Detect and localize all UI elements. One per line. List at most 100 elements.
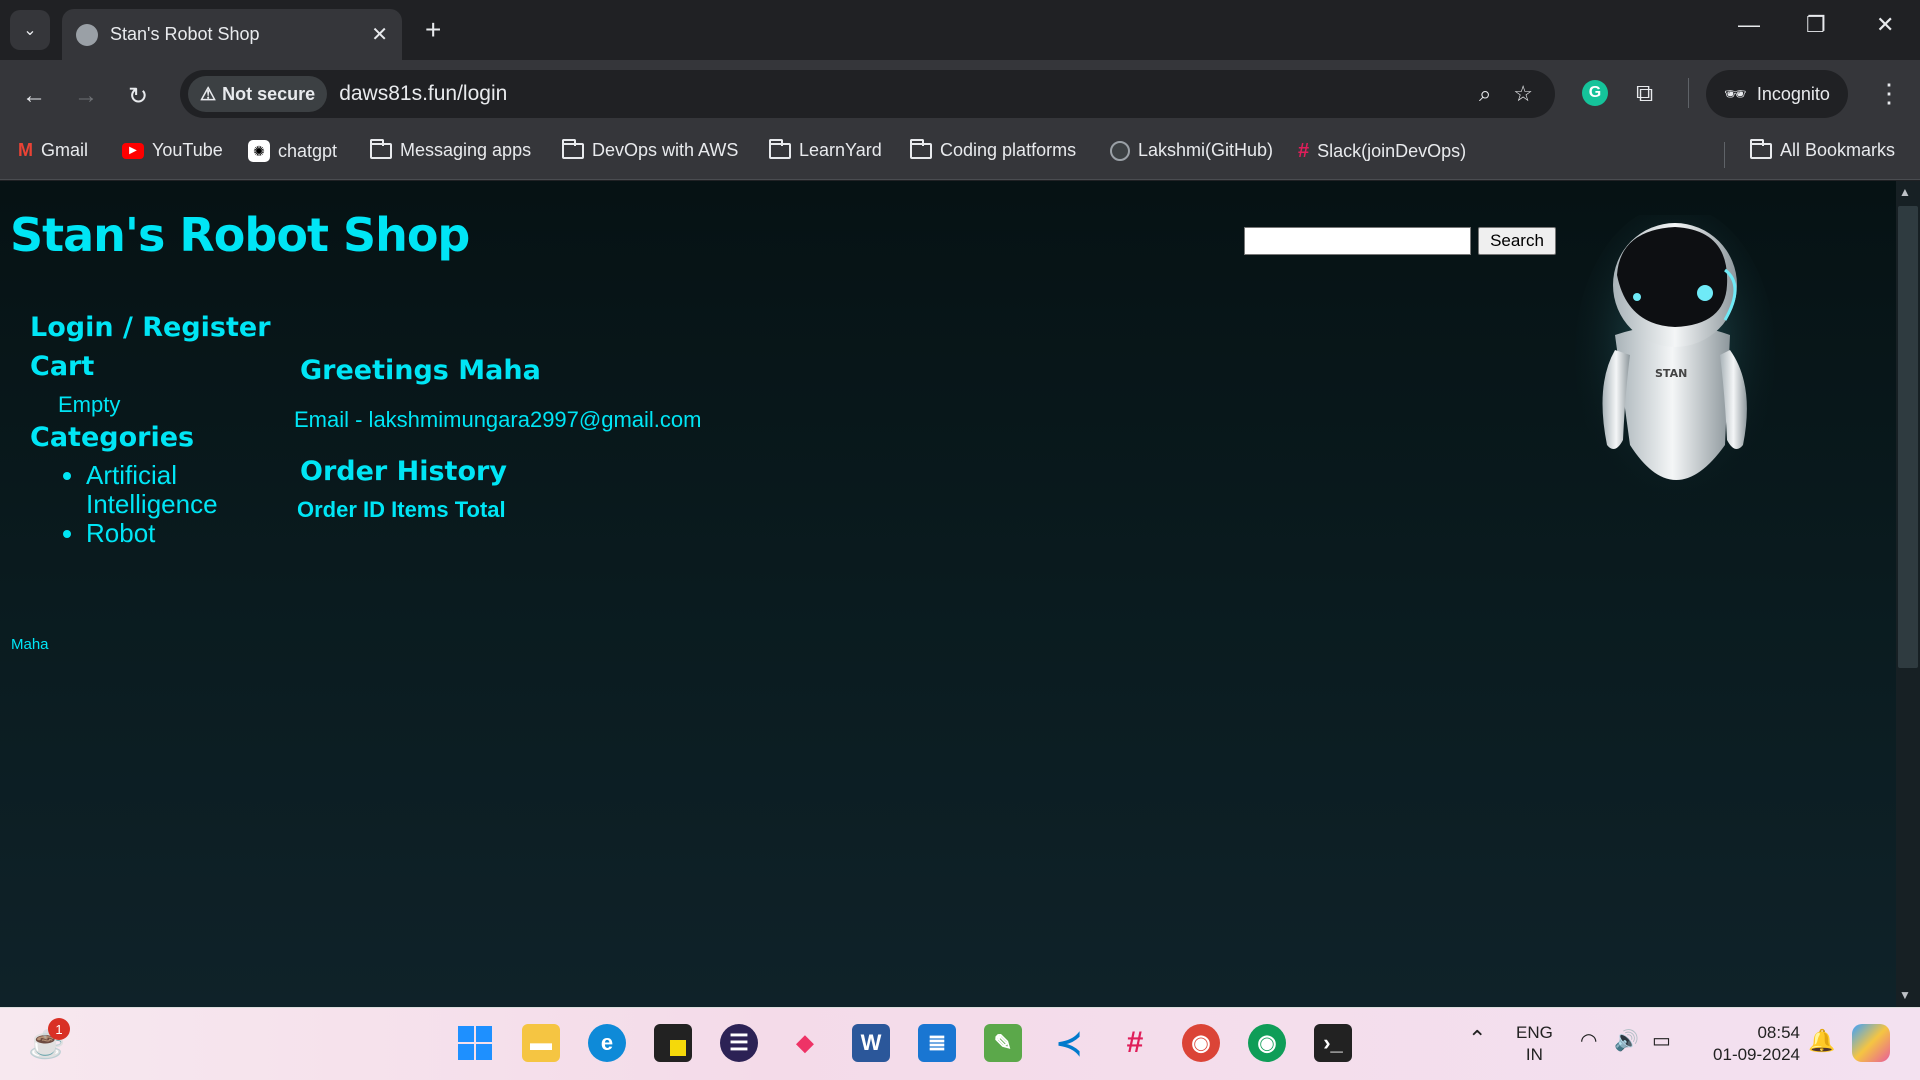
restore-icon[interactable]: ❐	[1806, 12, 1826, 38]
login-register-link[interactable]: Login / Register	[30, 312, 271, 343]
minimize-icon[interactable]: —	[1738, 12, 1760, 38]
bookmark-label: YouTube	[152, 140, 223, 160]
slack-icon[interactable]: #	[1116, 1024, 1154, 1062]
git-icon[interactable]: ◆	[786, 1024, 824, 1062]
folder-icon	[769, 138, 791, 159]
incognito-icon: 🕶	[1724, 83, 1747, 104]
incognito-label: Incognito	[1756, 83, 1830, 104]
bookmark-label: Gmail	[41, 140, 89, 160]
slack-icon: #	[1298, 140, 1310, 162]
all-bookmarks-label: All Bookmarks	[1780, 140, 1896, 160]
close-tab-icon[interactable]: ✕	[371, 22, 388, 47]
bookmark-learnyard[interactable]: LearnYard	[769, 138, 882, 161]
greeting-heading: Greetings Maha	[300, 355, 541, 386]
incognito-indicator[interactable]: 🕶 Incognito	[1706, 70, 1848, 118]
categories-heading: Categories	[30, 422, 195, 453]
new-tab-icon[interactable]: +	[425, 14, 441, 46]
language-indicator[interactable]: ENG IN	[1516, 1022, 1553, 1066]
category-item-artificial-intelligence[interactable]: Artificial Intelligence	[86, 461, 246, 519]
scroll-up-icon[interactable]: ▲	[1899, 185, 1911, 199]
terminal-icon[interactable]: ›_	[1314, 1024, 1352, 1062]
search-input[interactable]	[1244, 227, 1471, 255]
url-text[interactable]: daws81s.fun/login	[339, 82, 1479, 106]
grammarly-icon: G	[1582, 80, 1608, 106]
back-icon[interactable]: ←	[22, 82, 46, 110]
bookmark-messaging-apps[interactable]: Messaging apps	[370, 138, 532, 161]
search-button[interactable]: Search	[1478, 227, 1556, 255]
clock[interactable]: 08:54 01-09-2024	[1700, 1022, 1800, 1066]
clock-date: 01-09-2024	[1713, 1045, 1800, 1064]
paint-icon[interactable]: ✎	[984, 1024, 1022, 1062]
battery-icon[interactable]: ▭	[1652, 1030, 1671, 1052]
bookmark-github[interactable]: Lakshmi(GitHub)	[1110, 140, 1273, 161]
security-label: Not secure	[222, 83, 316, 104]
copilot-icon[interactable]	[1852, 1024, 1890, 1062]
cart-status: Empty	[58, 392, 121, 417]
bookmark-devops-aws[interactable]: DevOps with AWS	[562, 138, 738, 161]
chrome-icon[interactable]: ◉	[1182, 1024, 1220, 1062]
bookmark-label: chatgpt	[278, 140, 338, 161]
show-hidden-icons[interactable]: ⌃	[1468, 1028, 1486, 1050]
folder-icon	[910, 138, 932, 159]
browser-menu-icon[interactable]: ⋮	[1876, 78, 1902, 109]
address-bar[interactable]: ⚠ Not secure daws81s.fun/login ⌕ ☆	[180, 70, 1555, 118]
bookmark-slack[interactable]: # Slack(joinDevOps)	[1298, 140, 1466, 163]
notifications-bell-icon[interactable]: 🔔	[1808, 1030, 1835, 1052]
tab-title: Stan's Robot Shop	[110, 24, 260, 44]
toolbar-divider	[1688, 78, 1689, 108]
browser-tab[interactable]: Stan's Robot Shop ✕	[62, 9, 402, 60]
robot-favicon-icon	[76, 23, 98, 46]
gmail-icon: M	[18, 140, 33, 160]
folder-icon	[1750, 138, 1772, 159]
chevron-down-icon: ⌄	[23, 22, 37, 39]
scrollbar-thumb[interactable]	[1898, 206, 1918, 668]
tab-strip: ⌄ Stan's Robot Shop ✕ + — ❐ ✕	[0, 0, 1920, 60]
bookmark-chatgpt[interactable]: ✺ chatgpt	[248, 140, 337, 162]
chrome-profile-icon[interactable]: ◉	[1248, 1024, 1286, 1062]
sticky-notes-icon[interactable]	[654, 1024, 692, 1062]
vscode-icon[interactable]: ≺	[1050, 1024, 1088, 1062]
notification-badge: 1	[48, 1018, 70, 1040]
volume-icon[interactable]: 🔊	[1614, 1030, 1639, 1052]
edge-icon[interactable]: e	[588, 1024, 626, 1062]
category-item-robot[interactable]: Robot	[86, 519, 246, 548]
bookmarks-bar: M Gmail ▶ YouTube ✺ chatgpt Messaging apps …	[0, 130, 1920, 180]
lang-line1: ENG	[1516, 1023, 1553, 1042]
folder-icon	[562, 138, 584, 159]
bookmarks-divider	[1724, 142, 1725, 168]
word-icon[interactable]: W	[852, 1024, 890, 1062]
order-history-heading: Order History	[300, 456, 507, 487]
lang-line2: IN	[1525, 1045, 1543, 1064]
zoom-icon[interactable]: ⌕	[1479, 81, 1491, 107]
grammarly-extension[interactable]: G	[1582, 80, 1608, 106]
extensions-icon[interactable]: ⧉	[1636, 80, 1653, 108]
user-email: Email - lakshmimungara2997@gmail.com	[294, 407, 702, 432]
forward-icon[interactable]: →	[74, 82, 98, 110]
youtube-icon: ▶	[122, 142, 144, 159]
scroll-down-icon[interactable]: ▼	[1899, 988, 1911, 1002]
windows-start-icon[interactable]	[456, 1024, 494, 1062]
tab-search-button[interactable]: ⌄	[10, 10, 50, 50]
robot-mascot-image: STAN	[1575, 215, 1775, 505]
wifi-icon[interactable]: ◠	[1580, 1030, 1597, 1052]
security-indicator[interactable]: ⚠ Not secure	[188, 76, 328, 112]
site-title[interactable]: Stan's Robot Shop	[10, 208, 470, 262]
bookmark-label: LearnYard	[799, 140, 882, 160]
warning-icon: ⚠	[200, 83, 217, 104]
bookmark-youtube[interactable]: ▶ YouTube	[122, 140, 223, 161]
eclipse-icon[interactable]: ☰	[720, 1024, 758, 1062]
bookmark-coding-platforms[interactable]: Coding platforms	[910, 138, 1076, 161]
folder-icon	[370, 138, 392, 159]
bookmark-star-icon[interactable]: ☆	[1513, 81, 1533, 107]
all-bookmarks[interactable]: All Bookmarks	[1750, 138, 1896, 161]
bookmark-label: Messaging apps	[400, 140, 532, 160]
robot-label: STAN	[1655, 367, 1687, 380]
close-window-icon[interactable]: ✕	[1876, 12, 1894, 38]
file-explorer-icon[interactable]: ▬	[522, 1024, 560, 1062]
footer-username: Maha	[11, 636, 49, 653]
reload-icon[interactable]: ↻	[128, 82, 148, 111]
category-list: Artificial Intelligence Robot	[62, 461, 246, 548]
notepad-icon[interactable]: ≣	[918, 1024, 956, 1062]
cart-link[interactable]: Cart	[30, 351, 94, 382]
bookmark-gmail[interactable]: M Gmail	[18, 140, 88, 161]
